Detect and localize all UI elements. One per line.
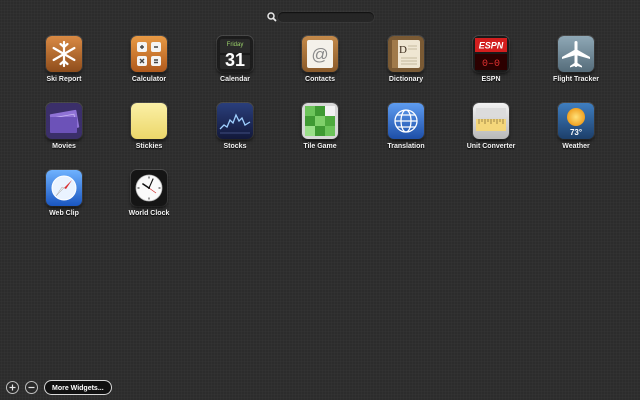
sticky-note-icon: [131, 103, 167, 139]
widget-label: Stocks: [223, 143, 247, 150]
widget-label: Stickies: [135, 143, 163, 150]
calendar-date: 31: [225, 50, 245, 70]
minus-icon: [28, 386, 35, 389]
widget-calculator[interactable]: Calculator: [114, 36, 184, 94]
plus-icon: [9, 384, 16, 391]
ticket-icon: [46, 103, 82, 139]
calendar-day: Friday: [227, 42, 244, 48]
widget-label: Ski Report: [46, 76, 82, 83]
widget-dictionary[interactable]: D Dictionary: [371, 36, 441, 94]
widget-flight-tracker[interactable]: Flight Tracker: [541, 36, 611, 94]
widget-label: Movies: [52, 143, 76, 150]
compass-icon: [46, 170, 82, 206]
widget-label: Weather: [562, 143, 590, 150]
add-widget-button[interactable]: [6, 381, 19, 394]
magnifier-icon: [266, 10, 278, 24]
airplane-icon: [558, 36, 594, 72]
widget-label: Contacts: [305, 76, 335, 83]
svg-text:D: D: [399, 44, 407, 56]
dictionary-icon: D: [388, 36, 424, 72]
widget-label: Calendar: [220, 76, 250, 83]
widget-stickies[interactable]: Stickies: [114, 103, 184, 161]
widget-web-clip[interactable]: Web Clip: [29, 170, 99, 228]
globe-icon: [388, 103, 424, 139]
widget-weather[interactable]: 73° Weather: [541, 103, 611, 161]
widget-world-clock[interactable]: World Clock: [114, 170, 184, 228]
widget-contacts[interactable]: @ Contacts: [285, 36, 355, 94]
clock-icon: [131, 170, 167, 206]
weather-temp: 73°: [570, 128, 582, 137]
widget-label: Web Clip: [49, 210, 79, 217]
widget-ski-report[interactable]: Ski Report: [29, 36, 99, 94]
widget-stocks[interactable]: Stocks: [200, 103, 270, 161]
widget-label: Flight Tracker: [553, 76, 599, 83]
widget-calendar[interactable]: Friday 31 Calendar: [200, 36, 270, 94]
widget-label: ESPN: [481, 76, 501, 83]
more-widgets-button[interactable]: More Widgets...: [44, 380, 112, 395]
search-bar[interactable]: [266, 10, 376, 24]
calendar-icon: Friday 31: [217, 36, 253, 72]
widget-label: Dictionary: [388, 76, 424, 83]
at-sign-icon: @: [302, 36, 338, 72]
svg-text:@: @: [311, 45, 328, 64]
espn-icon: ESPN 0–0: [473, 36, 509, 72]
espn-brand: ESPN: [479, 41, 504, 51]
widget-label: Unit Converter: [466, 143, 516, 150]
search-input[interactable]: [278, 12, 374, 22]
widget-unit-converter[interactable]: Unit Converter: [456, 103, 526, 161]
widget-movies[interactable]: Movies: [29, 103, 99, 161]
widget-label: Calculator: [131, 76, 167, 83]
remove-widget-button[interactable]: [25, 381, 38, 394]
widget-espn[interactable]: ESPN 0–0 ESPN: [456, 36, 526, 94]
snowflake-icon: [46, 36, 82, 72]
widget-translation[interactable]: Translation: [371, 103, 441, 161]
calculator-icon: [131, 36, 167, 72]
espn-score: 0–0: [482, 59, 500, 70]
tile-game-icon: [302, 103, 338, 139]
ruler-icon: [473, 103, 509, 139]
widget-label: Tile Game: [303, 143, 337, 150]
widget-label: Translation: [387, 143, 425, 150]
stocks-icon: [217, 103, 253, 139]
weather-sun-icon: 73°: [558, 103, 594, 139]
widget-label: World Clock: [128, 210, 170, 217]
widget-tile-game[interactable]: Tile Game: [285, 103, 355, 161]
